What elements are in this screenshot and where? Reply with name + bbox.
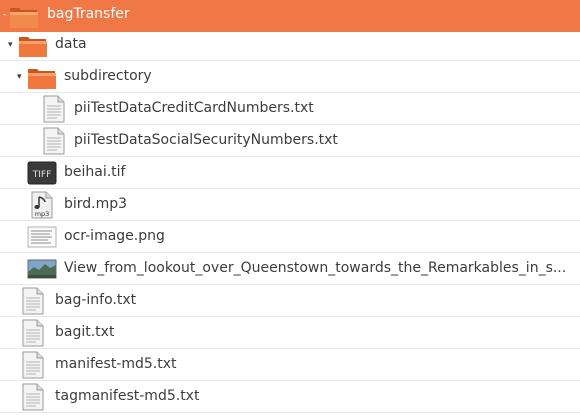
tree-row-file[interactable]: tagmanifest-md5.txt xyxy=(0,381,580,413)
tree-row-file[interactable]: manifest-md5.txt xyxy=(0,349,580,381)
tree-row-label: View_from_lookout_over_Queenstown_toward… xyxy=(64,260,567,276)
tree-row-label: piiTestDataCreditCardNumbers.txt xyxy=(74,100,314,116)
tree-row-label: ocr-image.png xyxy=(64,228,165,244)
audio-file-icon: mp3 xyxy=(27,191,57,219)
text-file-icon xyxy=(18,319,48,347)
tree-row-label: tagmanifest-md5.txt xyxy=(55,388,200,404)
tree-row-label: manifest-md5.txt xyxy=(55,356,177,372)
folder-icon xyxy=(27,63,57,91)
tree-row-label: beihai.tif xyxy=(64,164,126,180)
mp3-badge: mp3 xyxy=(35,210,50,218)
text-file-icon xyxy=(39,95,69,123)
expand-toggle[interactable]: ▾ xyxy=(8,40,18,50)
text-file-icon xyxy=(18,383,48,411)
tree-row-file[interactable]: bag-info.txt xyxy=(0,285,580,317)
png-thumbnail-icon xyxy=(27,223,57,251)
tree-row-bagtransfer[interactable]: - bagTransfer xyxy=(0,0,580,32)
tiff-badge: TIFF xyxy=(32,170,52,180)
tree-row-data[interactable]: ▾ data xyxy=(0,29,580,61)
tree-row-label: bag-info.txt xyxy=(55,292,137,308)
text-file-icon xyxy=(39,127,69,155)
text-file-icon xyxy=(18,287,48,315)
tiff-image-icon: TIFF xyxy=(27,159,57,187)
tree-row-file[interactable]: piiTestDataSocialSecurityNumbers.txt xyxy=(0,125,580,157)
expand-toggle[interactable]: ▾ xyxy=(17,72,27,82)
tree-row-file[interactable]: bagit.txt xyxy=(0,317,580,349)
tree-row-label: bagTransfer xyxy=(47,6,130,22)
folder-icon xyxy=(18,31,48,59)
tree-row-subdirectory[interactable]: ▾ subdirectory xyxy=(0,61,580,93)
tree-row-file[interactable]: ocr-image.png xyxy=(0,221,580,253)
tree-row-label: data xyxy=(55,36,87,52)
tree-row-file[interactable]: mp3 bird.mp3 xyxy=(0,189,580,221)
file-tree: - bagTransfer ▾ data ▾ subdirectory piiT… xyxy=(0,0,580,417)
tree-row-label: bagit.txt xyxy=(55,324,115,340)
tree-row-label: bird.mp3 xyxy=(64,196,128,212)
landscape-thumbnail-icon xyxy=(27,255,57,283)
tree-row-label: subdirectory xyxy=(64,68,152,84)
tree-row-label: piiTestDataSocialSecurityNumbers.txt xyxy=(74,132,338,148)
folder-icon xyxy=(9,2,39,30)
text-file-icon xyxy=(18,351,48,379)
tree-row-file[interactable]: TIFF beihai.tif xyxy=(0,157,580,189)
tree-row-file[interactable]: piiTestDataCreditCardNumbers.txt xyxy=(0,93,580,125)
tree-row-file[interactable]: View_from_lookout_over_Queenstown_toward… xyxy=(0,253,580,285)
